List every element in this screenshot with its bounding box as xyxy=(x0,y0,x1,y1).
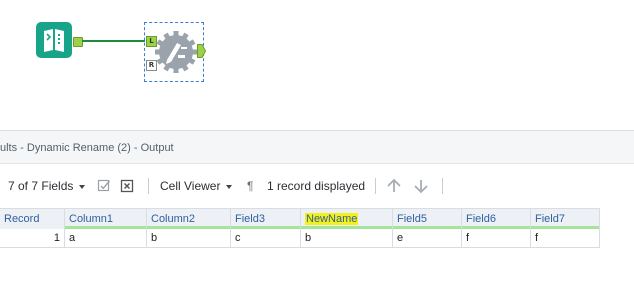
input-output-anchor[interactable] xyxy=(73,37,83,47)
table-cell[interactable]: e xyxy=(393,229,462,248)
table-cell[interactable]: f xyxy=(531,229,600,248)
record-count: 1 record displayed xyxy=(267,179,366,193)
table-cell[interactable]: a xyxy=(65,229,147,248)
results-header: ults - Dynamic Rename (2) - Output xyxy=(0,130,634,164)
chevron-down-icon xyxy=(226,184,233,189)
pilcrow-icon[interactable]: ¶ xyxy=(247,179,253,193)
dynamic-rename-tool[interactable] xyxy=(154,30,198,79)
results-title-prefix: ults xyxy=(0,142,18,154)
check-box-icon[interactable] xyxy=(97,179,111,193)
dynamic-rename-icon xyxy=(155,31,197,73)
table-cell[interactable]: c xyxy=(231,229,301,248)
table-cell[interactable]: b xyxy=(301,229,393,248)
table-cell[interactable]: f xyxy=(462,229,531,248)
input-data-tool[interactable] xyxy=(36,22,72,58)
column-header-label: Field3 xyxy=(235,213,265,225)
column-header-field5[interactable]: Field5 xyxy=(393,208,462,229)
cell-viewer-label: Cell Viewer xyxy=(160,179,221,193)
connection-line[interactable] xyxy=(82,40,145,42)
column-header-label: Field5 xyxy=(397,213,427,225)
column-header-field3[interactable]: Field3 xyxy=(231,208,301,229)
output-anchor[interactable] xyxy=(197,44,206,58)
toolbar-separator xyxy=(148,178,149,194)
column-header-label: Record xyxy=(4,213,40,225)
toolbar-separator xyxy=(375,178,376,194)
chevron-down-icon xyxy=(79,184,86,189)
column-header-label: Column2 xyxy=(151,213,196,225)
table-cell[interactable]: b xyxy=(147,229,231,248)
column-header-column1[interactable]: Column1 xyxy=(65,208,147,229)
results-title-rest: - Dynamic Rename (2) - Output xyxy=(17,142,174,154)
column-header-column2[interactable]: Column2 xyxy=(147,208,231,229)
column-header-field6[interactable]: Field6 xyxy=(462,208,531,229)
column-header-label: Column1 xyxy=(69,213,114,225)
column-header-field7[interactable]: Field7 xyxy=(531,208,600,229)
column-header-label: Field7 xyxy=(535,213,565,225)
arrow-up-icon[interactable] xyxy=(386,178,402,194)
arrow-down-icon[interactable] xyxy=(413,178,429,194)
toolbar-separator xyxy=(442,178,443,194)
column-header-label: NewName xyxy=(305,213,359,225)
results-title: ults - Dynamic Rename (2) - Output xyxy=(0,142,174,154)
record-number-cell[interactable]: 1 xyxy=(0,229,65,248)
book-icon xyxy=(44,29,64,52)
workflow-canvas[interactable]: L R xyxy=(0,0,634,130)
fields-dropdown[interactable]: 7 of 7 Fields xyxy=(8,179,86,193)
cell-viewer-dropdown[interactable]: Cell Viewer xyxy=(160,179,233,193)
fields-dropdown-label: 7 of 7 Fields xyxy=(8,179,74,193)
deselect-box-icon[interactable] xyxy=(120,179,134,193)
column-header-record[interactable]: Record xyxy=(0,208,65,229)
results-toolbar: 7 of 7 Fields Cell Viewer ¶ 1 record dis… xyxy=(0,164,634,208)
column-header-label: Field6 xyxy=(466,213,496,225)
column-header-newname[interactable]: NewName xyxy=(301,208,393,229)
